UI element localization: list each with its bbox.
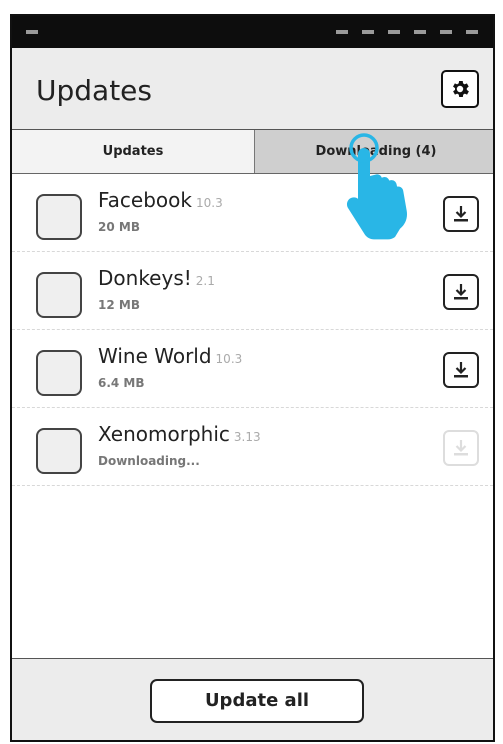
phone-frame: Updates Updates Downloading (4) Facebook…	[10, 14, 495, 742]
status-indicator	[440, 30, 452, 34]
status-bar	[12, 16, 493, 48]
status-indicator	[362, 30, 374, 34]
download-icon	[454, 206, 468, 222]
status-indicator	[336, 30, 348, 34]
app-version: 2.1	[195, 274, 215, 288]
download-icon	[454, 362, 468, 378]
download-icon	[454, 284, 468, 300]
download-button[interactable]	[443, 196, 479, 232]
app-icon	[36, 428, 82, 474]
app-status: Downloading...	[98, 454, 200, 468]
tap-gesture-icon	[346, 133, 408, 240]
update-all-button[interactable]: Update all	[150, 679, 364, 723]
header: Updates	[12, 48, 493, 130]
app-name: Wine World	[98, 344, 212, 368]
app-name: Xenomorphic	[98, 422, 230, 446]
app-name: Facebook	[98, 188, 192, 212]
app-version: 10.3	[215, 352, 243, 366]
download-button[interactable]	[443, 352, 479, 388]
download-button	[443, 430, 479, 466]
app-icon	[36, 194, 82, 240]
app-version: 10.3	[195, 196, 223, 210]
status-indicator	[388, 30, 400, 34]
status-indicator	[26, 30, 38, 34]
app-icon	[36, 272, 82, 318]
app-size: 6.4 MB	[98, 376, 145, 390]
gear-icon	[453, 81, 469, 97]
app-name: Donkeys!	[98, 266, 192, 290]
list-item[interactable]: Donkeys! 2.1 12 MB	[12, 252, 493, 330]
app-version: 3.13	[233, 430, 261, 444]
status-indicator	[466, 30, 478, 34]
list-item[interactable]: Wine World 10.3 6.4 MB	[12, 330, 493, 408]
list-item[interactable]: Xenomorphic 3.13 Downloading...	[12, 408, 493, 486]
tab-updates[interactable]: Updates	[12, 130, 255, 173]
status-indicator	[414, 30, 426, 34]
page-title: Updates	[36, 74, 152, 107]
app-icon	[36, 350, 82, 396]
download-icon	[454, 440, 468, 456]
app-size: 12 MB	[98, 298, 140, 312]
settings-button[interactable]	[441, 70, 479, 108]
app-size: 20 MB	[98, 220, 140, 234]
download-button[interactable]	[443, 274, 479, 310]
footer: Update all	[12, 658, 493, 740]
